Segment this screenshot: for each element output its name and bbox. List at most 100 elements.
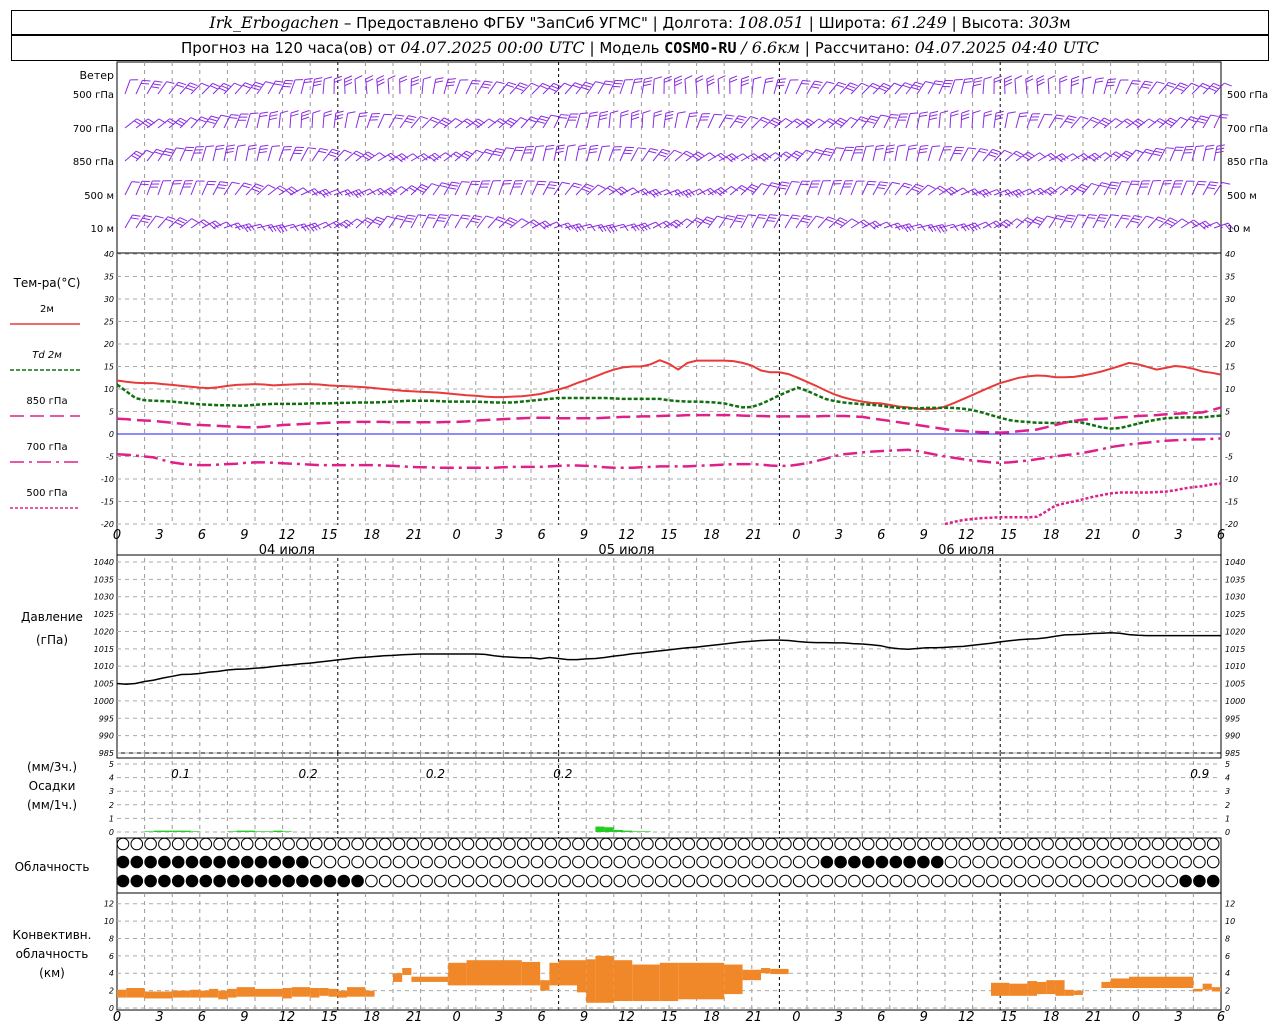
wind-barb-feather	[1059, 75, 1068, 80]
wind-barb-feather	[847, 84, 856, 89]
wind-barb-feather	[607, 187, 615, 193]
cloud-cover-symbol	[861, 874, 875, 888]
wind-barb-feather	[260, 144, 269, 147]
cloud-cover-symbol	[1193, 837, 1206, 851]
pressure-title: Давление	[21, 610, 83, 624]
wind-barb-feather	[140, 82, 149, 85]
wind-barb-feather	[155, 215, 164, 219]
wind-barb-feather	[851, 218, 859, 224]
wind-barb-feather	[1190, 116, 1199, 120]
wind-barb-feather	[734, 220, 743, 223]
wind-barb-feather	[654, 76, 663, 80]
cloud-cover-symbol	[1055, 855, 1068, 869]
time-tick-label: 12	[279, 528, 296, 543]
cloud-cover-symbol	[1096, 837, 1110, 851]
wind-barb	[234, 146, 239, 162]
wind-barb	[454, 214, 463, 229]
wind-barb-feather	[210, 115, 219, 119]
day-label: 05 июля	[598, 543, 654, 558]
precip-bar	[641, 831, 651, 832]
cloud-cover-symbol	[558, 855, 571, 869]
wind-barb-feather	[866, 120, 875, 124]
wind-barb-feather	[578, 144, 587, 147]
time-tick-label: 15	[661, 1010, 678, 1024]
pressure-tick-label: 990	[99, 732, 114, 741]
wind-barb	[289, 113, 292, 129]
wind-barb-feather	[564, 82, 572, 87]
precip-tick-label-right: 4	[1225, 774, 1230, 783]
precip-tick-label: 0	[109, 828, 114, 837]
wind-barb-feather	[1068, 115, 1077, 119]
wind-barb-feather	[1122, 214, 1131, 217]
wind-barb	[135, 181, 143, 196]
cloud-cover-symbol	[696, 855, 709, 869]
wind-barb	[685, 113, 691, 129]
wind-barb-feather	[765, 77, 774, 80]
wind-barb-feather	[777, 78, 787, 81]
wind-barb-feather	[358, 115, 367, 118]
cloud-cover-symbol	[447, 855, 461, 869]
pressure-tick-label: 1000	[94, 697, 114, 706]
wind-barb	[1103, 79, 1109, 95]
wind-barb-feather	[270, 110, 279, 114]
wind-barb-feather	[354, 75, 363, 80]
wind-barb-feather	[885, 150, 894, 154]
pressure-tick-label-right: 1005	[1225, 680, 1245, 689]
cloud-cover-symbol	[1082, 855, 1096, 869]
precip-bar	[163, 830, 173, 832]
time-tick-label: 6	[1217, 1010, 1225, 1024]
wind-barb-feather	[664, 75, 672, 80]
clouds-title: Облачность	[15, 860, 90, 874]
conv-tick-label-right: 12	[1225, 900, 1235, 909]
wind-barb-feather	[801, 82, 810, 85]
wind-barb	[795, 80, 804, 95]
wind-barb-feather	[411, 79, 420, 83]
time-tick-label: 6	[198, 528, 206, 543]
wind-barb-feather	[902, 84, 911, 89]
cloud-cover-symbol	[779, 855, 792, 869]
wind-barb	[465, 181, 473, 196]
wind-barb	[960, 112, 963, 129]
cloud-cover-symbol	[737, 874, 751, 888]
cloud-cover-symbol	[503, 874, 516, 888]
cloud-cover-symbol	[1027, 874, 1041, 888]
time-tick-label: 18	[1043, 528, 1060, 543]
time-tick-label: 9	[920, 1010, 928, 1024]
wind-barb-feather	[603, 83, 612, 86]
wind-barb-feather	[1132, 80, 1141, 82]
cloud-cover-symbol	[723, 874, 737, 888]
wind-barb-feather	[395, 217, 404, 221]
wind-barb	[817, 81, 828, 95]
wind-barb-feather	[648, 150, 657, 154]
wind-barb	[179, 180, 186, 196]
wind-barb-feather	[814, 80, 823, 83]
cloud-cover-symbol	[282, 855, 295, 869]
wind-barb-feather	[868, 118, 877, 122]
wind-barb	[696, 152, 710, 162]
wind-barb-feather	[405, 217, 414, 220]
wind-barb-feather	[301, 113, 310, 117]
wind-barb-feather	[1108, 78, 1117, 81]
wind-barb	[684, 79, 687, 95]
convective-cloud-bar	[1211, 987, 1221, 992]
wind-barb-feather	[814, 151, 823, 155]
wind-barb	[982, 79, 985, 95]
convective-cloud-bar	[190, 989, 200, 998]
conv-title-1: Конвективн.	[13, 928, 92, 942]
wind-barb	[322, 79, 325, 95]
wind-barb	[1103, 214, 1112, 229]
wind-barb	[784, 79, 791, 95]
temp-tick-label-right: 35	[1225, 273, 1235, 282]
convective-cloud-bar	[577, 960, 587, 993]
wind-barb	[487, 81, 498, 95]
cloud-cover-symbol	[710, 855, 723, 869]
wind-barb	[377, 152, 392, 162]
cloud-cover-symbol	[254, 874, 268, 888]
precip-tick-label: 2	[109, 801, 114, 810]
wind-barb-feather	[988, 154, 997, 158]
wind-barb-feather	[399, 75, 408, 80]
wind-barb-feather	[218, 87, 227, 92]
wind-barb-feather	[258, 151, 267, 154]
wind-barb	[1037, 152, 1052, 162]
wind-barb-feather	[332, 148, 341, 153]
